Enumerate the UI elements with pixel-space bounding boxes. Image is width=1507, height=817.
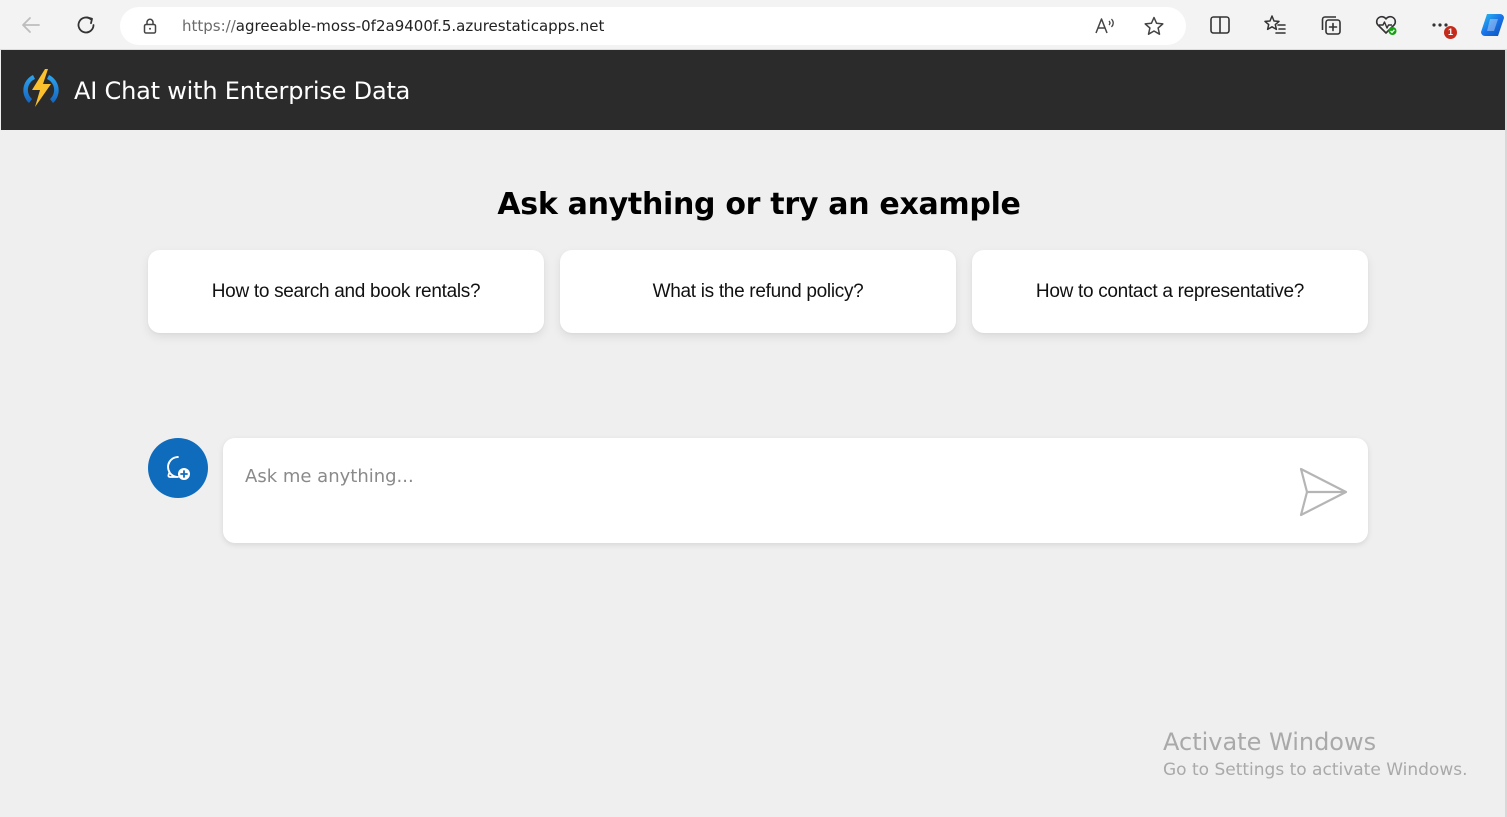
lock-icon[interactable] [140,16,160,36]
example-card-label: How to search and book rentals? [211,280,481,302]
url-protocol: https:// [182,17,236,35]
url-host: agreeable-moss-0f2a9400f.5.azurestaticap… [235,17,605,35]
split-screen-icon[interactable] [1207,12,1233,38]
favorite-star-icon[interactable] [1142,15,1166,37]
chat-input[interactable] [245,456,1265,496]
refresh-icon [77,16,95,34]
browser-toolbar: https://agreeable-moss-0f2a9400f.5.azure… [0,0,1507,50]
example-card-refund-policy[interactable]: What is the refund policy? [560,250,956,333]
send-button[interactable] [1295,464,1351,520]
url-text[interactable]: https://agreeable-moss-0f2a9400f.5.azure… [182,17,604,35]
send-icon [1299,467,1348,517]
address-bar[interactable]: https://agreeable-moss-0f2a9400f.5.azure… [120,7,1186,45]
browser-essentials-icon[interactable] [1373,12,1399,38]
example-card-label: How to contact a representative? [1035,280,1305,302]
new-chat-button[interactable] [148,438,208,498]
chat-add-icon [167,456,190,480]
example-card-contact-representative[interactable]: How to contact a representative? [972,250,1368,333]
example-card-search-rentals[interactable]: How to search and book rentals? [148,250,544,333]
notification-badge: 1 [1444,26,1457,39]
lightning-bolt-logo [23,69,59,107]
example-card-label: What is the refund policy? [652,280,864,302]
refresh-button[interactable] [70,9,102,41]
back-arrow-icon [22,17,40,33]
back-button[interactable] [15,9,47,41]
activate-windows-subtitle: Go to Settings to activate Windows. [1163,760,1468,780]
favorites-list-icon[interactable] [1262,12,1288,38]
collections-icon[interactable] [1318,12,1344,38]
activate-windows-title: Activate Windows [1163,728,1377,756]
more-icon[interactable]: 1 [1428,12,1457,39]
app-header: AI Chat with Enterprise Data [1,50,1507,130]
app-title: AI Chat with Enterprise Data [74,77,411,105]
read-aloud-icon[interactable] [1093,15,1117,37]
copilot-icon[interactable] [1478,12,1507,38]
chat-input-box [223,438,1368,543]
page-heading: Ask anything or try an example [497,187,1021,222]
